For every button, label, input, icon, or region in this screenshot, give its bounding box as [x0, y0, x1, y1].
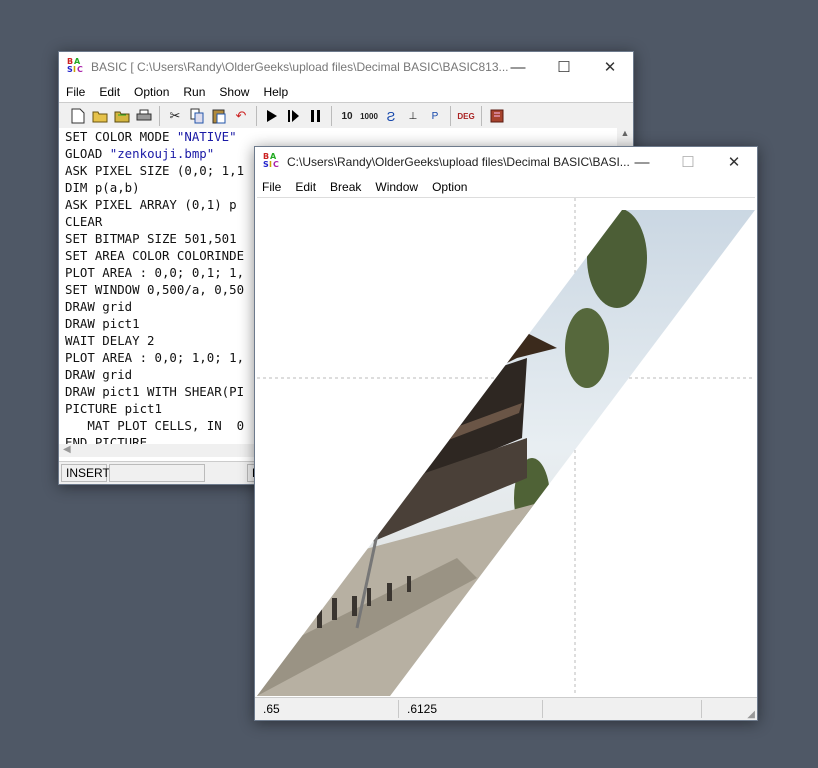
code-text: DRAW pict1 WITH SHEAR(PI: [65, 384, 245, 399]
output-titlebar[interactable]: BA SIC C:\Users\Randy\OlderGeeks\upload …: [255, 147, 757, 177]
code-line[interactable]: SET COLOR MODE "NATIVE": [59, 128, 617, 145]
sheared-photo: [257, 210, 755, 696]
editor-toolbar: ✂ ↶ 10 1000 Ƨ ⊥ P DEG: [59, 102, 633, 130]
scroll-up-icon[interactable]: ▲: [617, 128, 633, 138]
maximize-button[interactable]: ☐: [541, 52, 587, 82]
maximize-button[interactable]: ☐: [665, 147, 711, 177]
menu-run[interactable]: Run: [176, 85, 212, 99]
step-icon[interactable]: [283, 105, 305, 127]
open-folder-icon[interactable]: [89, 105, 111, 127]
menu-window[interactable]: Window: [368, 180, 425, 194]
coordinate-x-status: .65: [255, 700, 399, 718]
menu-show[interactable]: Show: [212, 85, 256, 99]
code-text: END PICTURE: [65, 435, 148, 444]
status-cell-2: [109, 464, 205, 482]
code-text: DRAW grid: [65, 367, 133, 382]
menu-option[interactable]: Option: [127, 85, 176, 99]
editor-title: BASIC [ C:\Users\Randy\OlderGeeks\upload…: [91, 60, 509, 74]
decimal-1000-icon[interactable]: 1000: [358, 105, 380, 127]
graphics-canvas[interactable]: [257, 197, 755, 696]
code-text: DRAW grid: [65, 299, 133, 314]
menu-break[interactable]: Break: [323, 180, 368, 194]
menu-edit[interactable]: Edit: [92, 85, 127, 99]
code-text: DRAW pict1: [65, 316, 140, 331]
basic-app-icon: BA SIC: [67, 57, 83, 74]
undo-icon[interactable]: ↶: [230, 105, 252, 127]
print-icon[interactable]: [133, 105, 155, 127]
code-text: GLOAD: [65, 146, 110, 161]
code-text: PLOT AREA : 0,0; 0,1; 1,: [65, 265, 245, 280]
scroll-left-icon[interactable]: ◀: [59, 444, 71, 455]
close-button[interactable]: ✕: [711, 147, 757, 177]
editor-titlebar[interactable]: BA SIC BASIC [ C:\Users\Randy\OlderGeeks…: [59, 52, 633, 82]
menu-help[interactable]: Help: [256, 85, 295, 99]
menu-edit[interactable]: Edit: [288, 180, 323, 194]
code-text: ASK PIXEL ARRAY (0,1) p: [65, 197, 237, 212]
code-text: PLOT AREA : 0,0; 1,0; 1,: [65, 350, 245, 365]
code-string-literal: "NATIVE": [176, 129, 237, 144]
menu-option[interactable]: Option: [425, 180, 474, 194]
output-title: C:\Users\Randy\OlderGeeks\upload files\D…: [287, 155, 630, 169]
paste-icon[interactable]: [208, 105, 230, 127]
help-book-icon[interactable]: [486, 105, 508, 127]
code-string-literal: "zenkouji.bmp": [109, 146, 215, 161]
resize-grip-icon[interactable]: ◢: [747, 709, 755, 720]
output-statusbar: .65 .6125 ◢: [255, 697, 757, 720]
code-text: PICTURE pict1: [65, 401, 162, 416]
copy-icon[interactable]: [186, 105, 208, 127]
open-file-icon[interactable]: [111, 105, 133, 127]
coordinate-y-status: .6125: [399, 700, 543, 718]
decimal-10-icon[interactable]: 10: [336, 105, 358, 127]
status-cell-3: [543, 700, 702, 718]
code-text: DIM p(a,b): [65, 180, 140, 195]
editor-menubar: File Edit Option Run Show Help: [59, 82, 633, 102]
code-text: SET BITMAP SIZE 501,501: [65, 231, 237, 246]
new-file-icon[interactable]: [67, 105, 89, 127]
rational-icon[interactable]: ⊥: [402, 105, 424, 127]
code-text: MAT PLOT CELLS, IN 0: [65, 418, 245, 433]
code-text: CLEAR: [65, 214, 103, 229]
code-text: ASK PIXEL SIZE (0,0; 1,1: [65, 163, 245, 178]
menu-file[interactable]: File: [255, 180, 288, 194]
cut-icon[interactable]: ✂: [164, 105, 186, 127]
plot-icon[interactable]: P: [424, 105, 446, 127]
complex-icon[interactable]: Ƨ: [380, 105, 402, 127]
code-text: SET COLOR MODE: [65, 129, 177, 144]
output-menubar: File Edit Break Window Option: [255, 177, 757, 197]
basic-app-icon: BA SIC: [263, 152, 279, 169]
code-text: SET AREA COLOR COLORINDE: [65, 248, 245, 263]
insert-mode-status: INSERT: [61, 464, 110, 482]
output-window: BA SIC C:\Users\Randy\OlderGeeks\upload …: [254, 146, 758, 721]
minimize-button[interactable]: —: [495, 52, 541, 82]
run-icon[interactable]: [261, 105, 283, 127]
code-text: SET WINDOW 0,500/a, 0,50: [65, 282, 245, 297]
pause-icon[interactable]: [305, 105, 327, 127]
minimize-button[interactable]: —: [619, 147, 665, 177]
degree-icon[interactable]: DEG: [455, 105, 477, 127]
close-button[interactable]: ✕: [587, 52, 633, 82]
menu-file[interactable]: File: [59, 85, 92, 99]
code-text: WAIT DELAY 2: [65, 333, 155, 348]
